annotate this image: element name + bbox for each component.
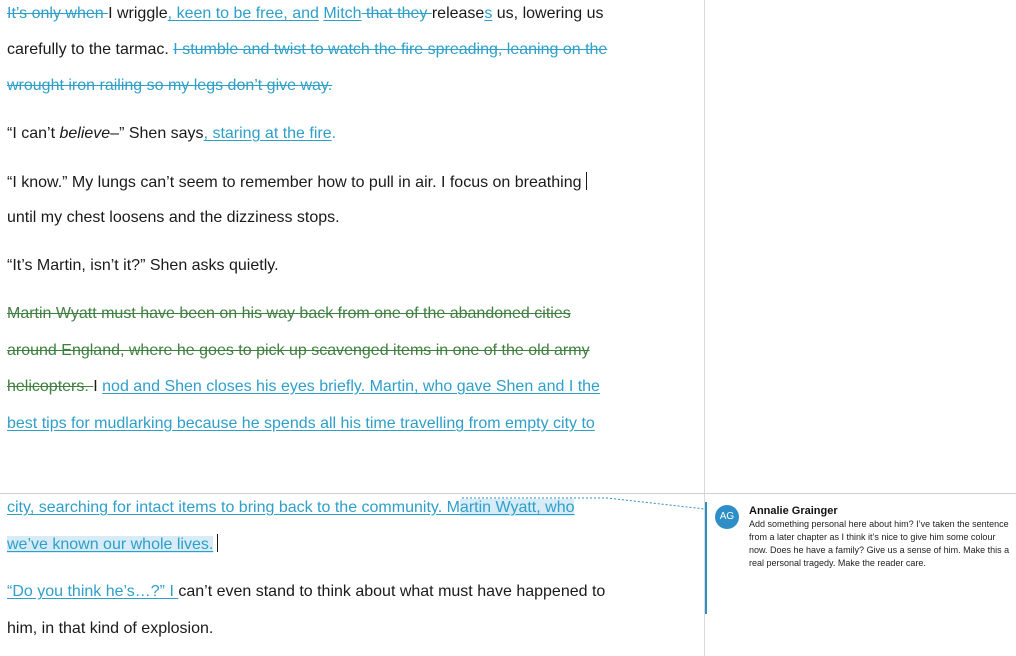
comment-text[interactable]: Add something personal here about him? I… — [749, 518, 1011, 570]
comment-author: Annalie Grainger — [749, 505, 838, 517]
avatar: AG — [715, 505, 739, 529]
comment-connector-line — [462, 497, 706, 510]
comment-accent-bar — [705, 502, 707, 614]
